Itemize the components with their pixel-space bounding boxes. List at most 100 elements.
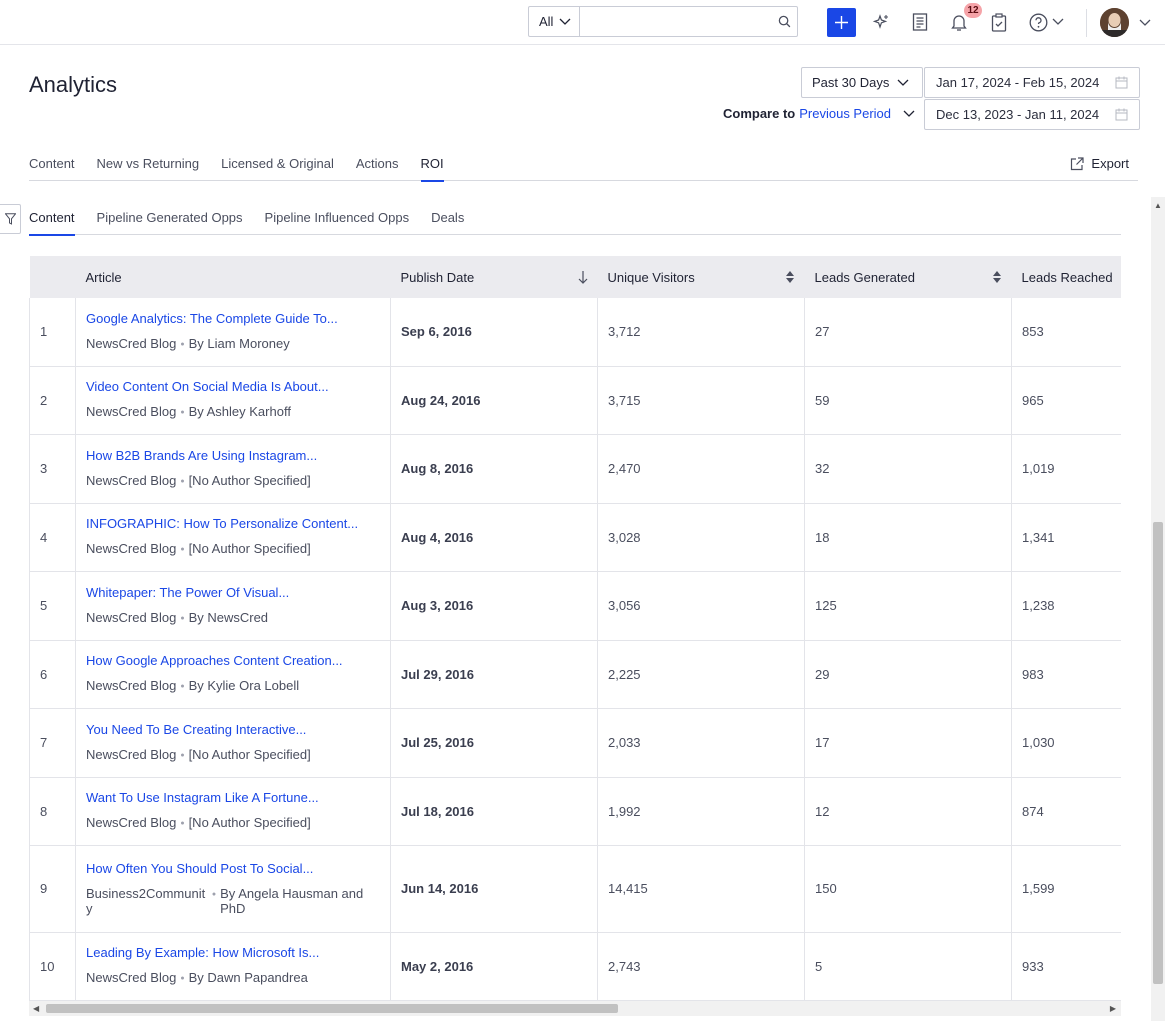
avatar[interactable] [1100,8,1129,37]
scrollbar-thumb[interactable] [1153,522,1163,984]
tasks-button[interactable] [988,11,1010,33]
subtab-pipeline-generated-opps[interactable]: Pipeline Generated Opps [97,201,243,235]
leads-reached-cell: 874 [1011,777,1121,846]
date-range-value: Jan 17, 2024 - Feb 15, 2024 [936,75,1100,90]
tab-new-vs-returning[interactable]: New vs Returning [97,146,200,181]
article-title-link[interactable]: Google Analytics: The Complete Guide To.… [86,311,380,326]
search-scope-label: All [539,14,554,29]
vertical-scrollbar[interactable]: ▲ [1151,197,1165,1021]
search-icon[interactable] [772,7,797,36]
leads-generated-cell: 59 [804,366,1012,435]
article-source: NewsCred Blog [86,815,177,830]
column-header-unique-visitors[interactable]: Unique Visitors [597,256,805,298]
article-title-link[interactable]: INFOGRAPHIC: How To Personalize Content.… [86,516,380,531]
compare-period-select[interactable]: Previous Period [799,106,891,121]
separator-dot-icon: ● [180,614,185,622]
compare-to: Compare to Previous Period [723,106,915,121]
reports-button[interactable] [909,11,931,33]
column-header-leads-reached[interactable]: Leads Reached [1011,256,1121,298]
article-title-link[interactable]: You Need To Be Creating Interactive... [86,722,380,737]
sort-icon[interactable] [992,270,1002,284]
help-menu-button[interactable] [1029,11,1067,33]
tab-content[interactable]: Content [29,146,75,181]
row-rank: 6 [29,640,76,709]
article-title-link[interactable]: How Often You Should Post To Social... [86,861,380,876]
clipboard-check-icon [991,12,1007,32]
leads-reached-cell: 983 [1011,640,1121,709]
tab-actions[interactable]: Actions [356,146,399,181]
column-header-publish-date[interactable]: Publish Date [390,256,598,298]
table-row: 3 How B2B Brands Are Using Instagram... Ne… [29,434,1121,504]
article-title-link[interactable]: Whitepaper: The Power Of Visual... [86,585,380,600]
article-title-link[interactable]: Leading By Example: How Microsoft Is... [86,945,380,960]
create-button[interactable] [827,8,856,37]
chevron-down-icon [897,79,909,86]
search-input[interactable] [579,7,772,36]
toolbar-divider [1086,9,1087,37]
unique-visitors-cell: 3,712 [597,298,805,367]
leads-reached-cell: 965 [1011,366,1121,435]
export-label: Export [1091,156,1129,171]
article-title-link[interactable]: Want To Use Instagram Like A Fortune... [86,790,380,805]
scroll-right-icon[interactable]: ▶ [1110,1004,1116,1013]
article-cell: Video Content On Social Media Is About..… [75,366,391,435]
document-list-icon [912,13,928,31]
sort-icon[interactable] [785,270,795,284]
compare-date-range-field[interactable]: Dec 13, 2023 - Jan 11, 2024 [924,99,1140,130]
separator-dot-icon: ● [180,477,185,485]
ai-assistant-button[interactable] [870,11,892,33]
table-row: 5 Whitepaper: The Power Of Visual... NewsC… [29,571,1121,641]
search-scope-select[interactable]: All [529,7,580,36]
unique-visitors-cell: 2,225 [597,640,805,709]
separator-dot-icon: ● [180,751,185,759]
column-header-label: Leads Generated [814,269,915,285]
scrollbar-thumb[interactable] [46,1004,618,1013]
top-bar: All 12 [0,0,1165,45]
chevron-down-icon[interactable] [903,110,915,118]
date-range-field[interactable]: Jan 17, 2024 - Feb 15, 2024 [924,67,1140,98]
article-title-link[interactable]: How B2B Brands Are Using Instagram... [86,448,380,463]
scroll-up-icon[interactable]: ▲ [1154,201,1162,210]
horizontal-scrollbar[interactable]: ◀ ▶ [29,1001,1121,1016]
article-cell: Want To Use Instagram Like A Fortune... N… [75,777,391,846]
sort-descending-icon[interactable] [578,270,588,284]
unique-visitors-cell: 3,028 [597,503,805,572]
leads-reached-cell: 1,019 [1011,434,1121,504]
date-range-select[interactable]: Past 30 Days [801,67,923,98]
global-search: All [528,6,798,37]
publish-date-cell: Jul 25, 2016 [390,708,598,778]
page-title: Analytics [29,72,118,97]
article-cell: How B2B Brands Are Using Instagram... New… [75,434,391,504]
leads-generated-cell: 17 [804,708,1012,778]
column-header-rank [29,256,76,298]
separator-dot-icon: ● [180,975,185,982]
account-chevron-icon[interactable] [1139,19,1151,27]
roi-subtabs: Content Pipeline Generated Opps Pipeline… [29,201,1121,236]
article-title-link[interactable]: How Google Approaches Content Creation..… [86,653,380,668]
leads-generated-cell: 29 [804,640,1012,709]
subtab-deals[interactable]: Deals [431,201,464,235]
compare-prefix: Compare to [723,106,796,121]
tab-licensed-original[interactable]: Licensed & Original [221,146,334,181]
leads-reached-cell: 1,341 [1011,503,1121,572]
row-rank: 2 [29,366,76,435]
compare-date-range-value: Dec 13, 2023 - Jan 11, 2024 [936,107,1100,122]
column-header-leads-generated[interactable]: Leads Generated [804,256,1012,298]
article-author: By Liam Moroney [188,335,290,351]
tab-roi[interactable]: ROI [420,146,444,182]
export-button[interactable]: Export [1070,156,1129,171]
subtab-pipeline-influenced-opps[interactable]: Pipeline Influenced Opps [265,201,410,235]
filter-button[interactable] [0,204,21,234]
row-rank: 1 [29,298,76,367]
plus-icon [835,16,848,29]
subtab-content[interactable]: Content [29,201,75,236]
scroll-left-icon[interactable]: ◀ [33,1004,39,1013]
article-title-link[interactable]: Video Content On Social Media Is About..… [86,379,380,394]
article-author: By NewsCred [188,609,269,625]
article-cell: INFOGRAPHIC: How To Personalize Content.… [75,503,391,572]
publish-date-cell: Sep 6, 2016 [390,298,598,367]
article-author: By Ashley Karhoff [188,404,291,419]
publish-date-cell: Aug 24, 2016 [390,366,598,435]
column-header-article[interactable]: Article [75,256,391,298]
row-rank: 7 [29,708,76,778]
